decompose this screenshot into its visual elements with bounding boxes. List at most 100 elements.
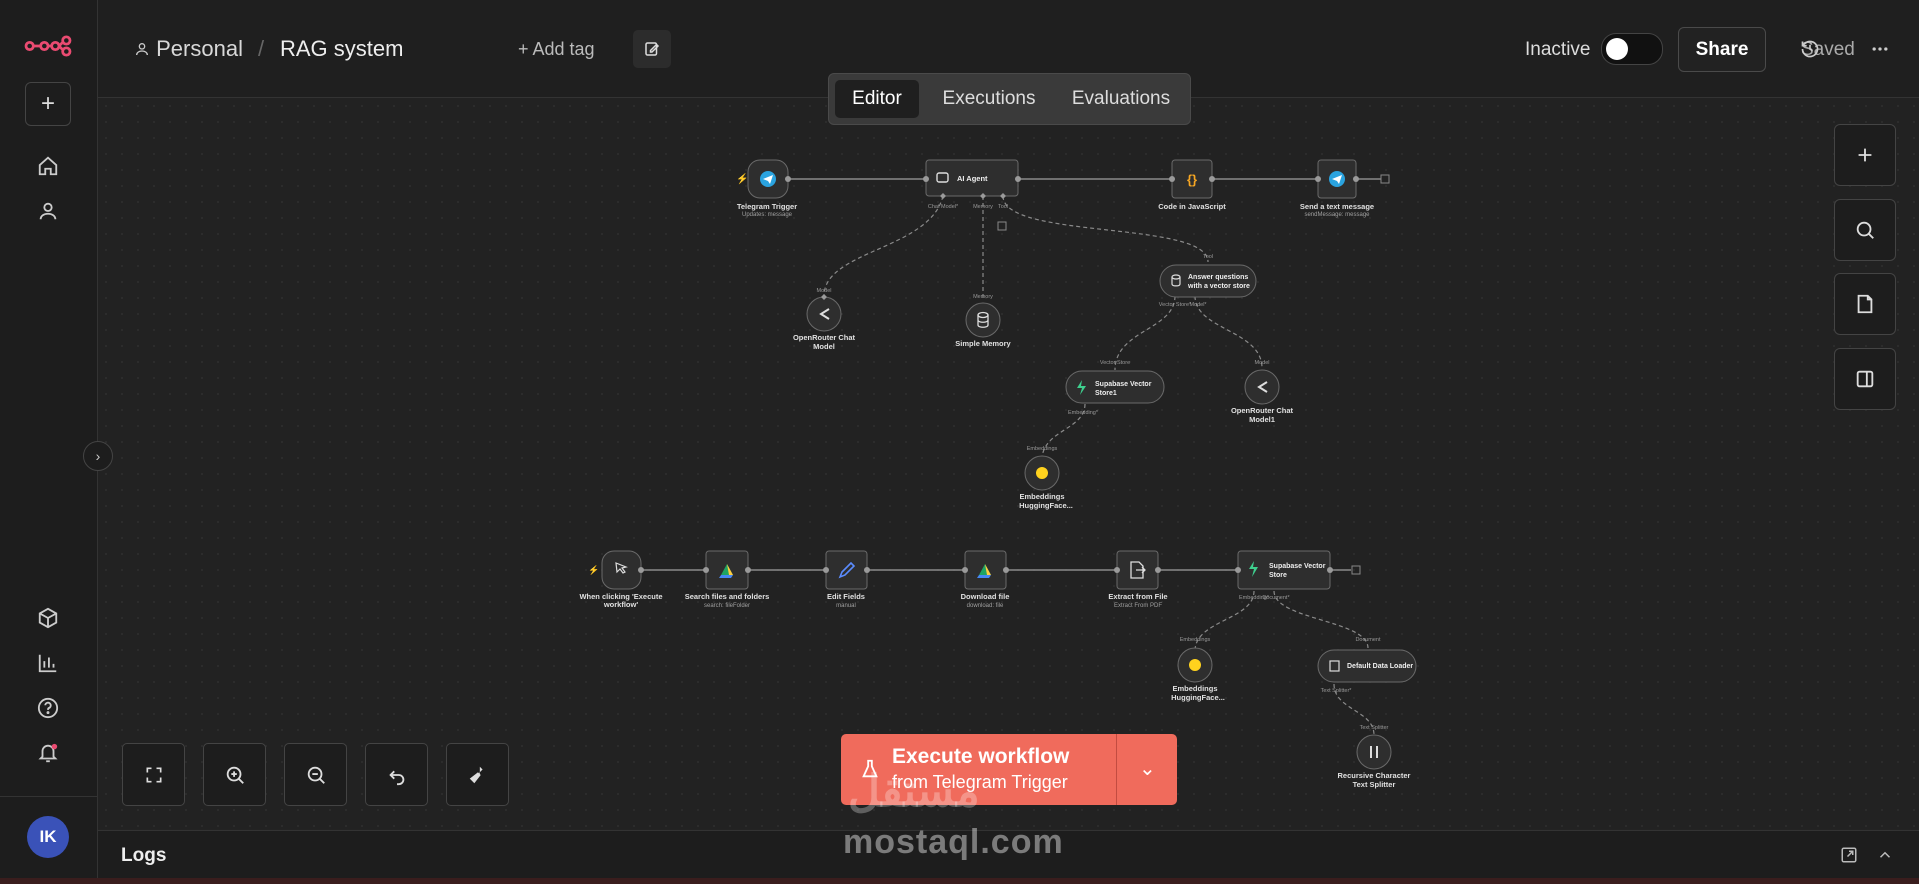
port-label: Text Splitter <box>1360 725 1389 731</box>
port-label: Model <box>1255 360 1270 366</box>
node-openrouter-chat-model[interactable]: Model OpenRouter Chat Model <box>793 288 856 351</box>
node-send-text-message[interactable]: Send a text message sendMessage: message <box>1300 159 1374 218</box>
port-label: Vector Store <box>1100 360 1130 366</box>
add-tool-handle[interactable] <box>997 221 1007 231</box>
tab-evaluations[interactable]: Evaluations <box>1057 80 1185 118</box>
node-subtitle: sendMessage: message <box>1304 212 1370 218</box>
node-extract-from-file[interactable]: Extract from File Extract From PDF <box>1108 550 1168 609</box>
node-title: Extract from File <box>1108 592 1167 601</box>
node-title: Send a text message <box>1300 202 1374 211</box>
chevron-down-icon[interactable]: ⌄ <box>1139 756 1156 781</box>
zoom-out-button[interactable] <box>284 743 347 806</box>
node-edit-fields[interactable]: Edit Fields manual <box>823 550 870 609</box>
node-supabase-vector-store[interactable]: Supabase Vector Store Embedding* Documen… <box>1235 550 1333 601</box>
huggingface-icon <box>1189 659 1201 671</box>
node-download-file[interactable]: Download file download: file <box>961 550 1010 609</box>
add-node-handle[interactable] <box>1380 174 1390 184</box>
node-title-line2: HuggingFace... <box>1171 693 1225 702</box>
cube-icon[interactable] <box>28 598 68 638</box>
port-label: Model* <box>1189 302 1207 308</box>
add-node-button[interactable] <box>1834 124 1896 186</box>
expand-sidebar-icon[interactable]: › <box>83 441 113 471</box>
home-icon[interactable] <box>28 146 68 186</box>
tab-executions[interactable]: Executions <box>927 80 1051 118</box>
more-options-icon[interactable] <box>1865 34 1895 64</box>
add-sticky-button[interactable] <box>1834 273 1896 335</box>
node-default-data-loader[interactable]: Document Default Data Loader Text Splitt… <box>1317 637 1417 694</box>
zoom-in-button[interactable] <box>203 743 266 806</box>
port-label: Text Splitter* <box>1321 688 1353 694</box>
port-label: Memory <box>973 204 993 210</box>
help-icon[interactable] <box>28 688 68 728</box>
node-manual-trigger[interactable]: ⚡ When clicking 'Execute workflow' <box>579 550 663 609</box>
node-title-line2: with a vector store <box>1187 283 1250 290</box>
node-title: Recursive Character <box>1338 771 1411 780</box>
n8n-logo-icon[interactable] <box>22 26 74 66</box>
node-search-files[interactable]: Search files and folders search: fileFol… <box>685 550 770 609</box>
popout-icon[interactable] <box>1840 846 1858 864</box>
port-label: Document <box>1355 637 1381 643</box>
workflow-canvas[interactable]: .node{fill:#2e2e2e;stroke:#6a6a6a;stroke… <box>98 98 1919 829</box>
plus-icon[interactable]: + <box>25 82 71 126</box>
button-divider <box>1116 734 1117 805</box>
toggle-knob <box>1606 38 1628 60</box>
status-label: Inactive <box>1525 39 1591 60</box>
chart-icon[interactable] <box>28 643 68 683</box>
fit-view-button[interactable] <box>122 743 185 806</box>
active-toggle[interactable] <box>1601 33 1663 65</box>
share-button[interactable]: Share <box>1678 27 1766 72</box>
node-ai-agent[interactable]: AI Agent Chat Model* Memory Tool <box>923 159 1021 210</box>
node-embeddings-huggingface-1[interactable]: Embeddings Embeddings HuggingFace... <box>1019 446 1073 510</box>
bell-icon[interactable] <box>28 733 68 773</box>
undo-button[interactable] <box>365 743 428 806</box>
port-label: Tool <box>1203 254 1213 260</box>
port-label: Vector Store* <box>1159 302 1192 308</box>
plus-icon <box>1858 148 1872 162</box>
port-label: Tool <box>998 204 1008 210</box>
history-icon[interactable] <box>1795 34 1825 64</box>
node-telegram-trigger[interactable]: ⚡ Telegram Trigger Updates: message <box>736 159 797 218</box>
node-recursive-text-splitter[interactable]: Text Splitter Recursive Character Text S… <box>1338 725 1411 789</box>
node-title-line2: Model1 <box>1249 415 1275 424</box>
watermark: mostaql.com <box>843 823 1064 861</box>
node-code-javascript[interactable]: {} Code in JavaScript <box>1158 159 1226 211</box>
node-title-line2: Store <box>1269 572 1287 579</box>
user-icon[interactable] <box>28 191 68 231</box>
port-label: Model <box>817 288 832 294</box>
node-simple-memory[interactable]: Memory Simple Memory <box>955 294 1011 348</box>
view-tabs: Editor Executions Evaluations <box>828 73 1191 125</box>
workflow-graph: .node{fill:#2e2e2e;stroke:#6a6a6a;stroke… <box>579 159 1417 789</box>
node-title: Answer questions <box>1188 274 1248 281</box>
node-title: AI Agent <box>957 174 988 183</box>
node-title: Simple Memory <box>955 339 1011 348</box>
node-openrouter-chat-model1[interactable]: Model OpenRouter Chat Model1 <box>1231 360 1294 424</box>
toggle-panel-button[interactable] <box>1834 348 1896 410</box>
trigger-bolt-icon: ⚡ <box>588 564 599 576</box>
zoom-out-icon <box>307 766 325 784</box>
node-title: Search files and folders <box>685 592 770 601</box>
sticky-note-icon <box>1857 294 1873 314</box>
node-answer-vector-store[interactable]: Tool Answer questions with a vector stor… <box>1159 254 1257 308</box>
node-title-line2: HuggingFace... <box>1019 501 1073 510</box>
node-subtitle: download: file <box>967 603 1004 609</box>
watermark-arabic: مستقل <box>848 767 980 816</box>
search-nodes-button[interactable] <box>1834 199 1896 261</box>
trigger-bolt-icon: ⚡ <box>736 172 748 185</box>
add-node-handle[interactable] <box>1351 565 1361 575</box>
tab-editor[interactable]: Editor <box>835 80 919 118</box>
node-subtitle: Extract From PDF <box>1114 603 1162 609</box>
add-tag-button[interactable]: + Add tag <box>518 39 595 60</box>
breadcrumb-project[interactable]: Personal <box>134 36 243 62</box>
tidy-up-button[interactable] <box>446 743 509 806</box>
avatar[interactable]: IK <box>27 816 69 858</box>
edit-description-icon[interactable] <box>633 30 671 68</box>
chevron-up-icon[interactable] <box>1876 846 1894 864</box>
workflow-name[interactable]: RAG system <box>280 36 403 62</box>
undo-icon <box>388 770 404 785</box>
node-title-line2: Text Splitter <box>1353 780 1396 789</box>
broom-icon <box>469 766 483 783</box>
node-embeddings-huggingface-2[interactable]: Embeddings Embeddings HuggingFace... <box>1171 637 1225 702</box>
node-subtitle: search: fileFolder <box>704 603 750 609</box>
node-title: Download file <box>961 592 1010 601</box>
node-title: Supabase Vector <box>1095 381 1152 388</box>
